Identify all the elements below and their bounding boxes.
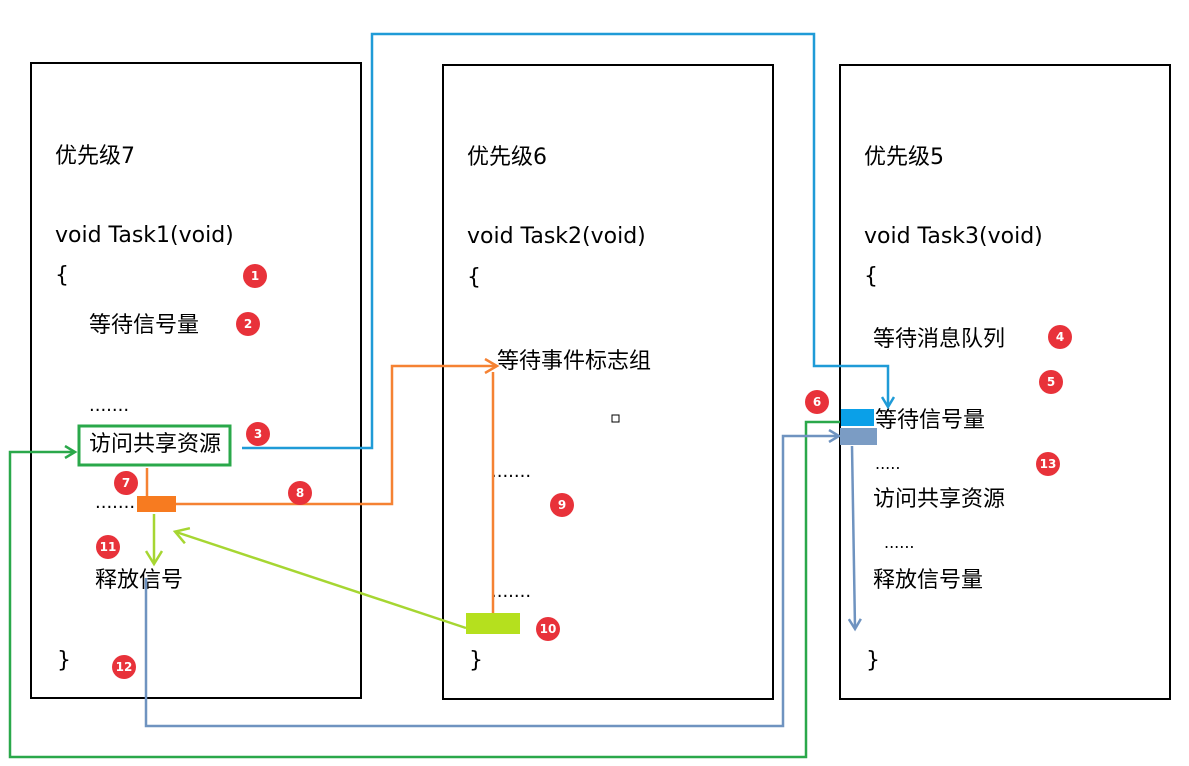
cyan-marker	[841, 409, 874, 426]
task1-dots-1: .......	[89, 395, 129, 416]
orange-marker	[137, 496, 176, 512]
task3-dots-1: .....	[875, 454, 900, 473]
svg-text:2: 2	[244, 317, 252, 331]
orange-flow-arrow	[176, 366, 496, 506]
badge-8: 8	[288, 481, 312, 505]
task1-priority: 优先级7	[55, 144, 135, 169]
badge-10: 10	[536, 617, 560, 641]
task2-close-brace: }	[469, 648, 483, 673]
badge-11: 11	[96, 535, 120, 559]
task2-wait-event-flags: 等待事件标志组	[497, 349, 651, 374]
svg-text:3: 3	[254, 427, 262, 441]
task3-priority: 优先级5	[864, 145, 944, 170]
badge-1: 1	[243, 264, 267, 288]
task1-access-shared: 访问共享资源	[89, 432, 221, 457]
task1-dots-2: .......	[95, 492, 135, 513]
task2-priority: 优先级6	[467, 145, 547, 170]
svg-text:5: 5	[1047, 375, 1055, 389]
task2-dots-1: .......	[491, 461, 531, 482]
diagram-canvas: 优先级7 void Task1(void) { 等待信号量 ....... 访问…	[8, 32, 1171, 759]
svg-text:13: 13	[1040, 457, 1057, 471]
svg-text:9: 9	[558, 498, 566, 512]
svg-text:4: 4	[1056, 330, 1064, 344]
task3-steel-down-arrow	[852, 445, 855, 628]
svg-text:12: 12	[116, 660, 133, 674]
task3-release-semaphore: 释放信号量	[873, 568, 983, 593]
badge-3: 3	[246, 422, 270, 446]
badge-12: 12	[112, 655, 136, 679]
task1-wait-semaphore: 等待信号量	[89, 313, 199, 338]
badge-5: 5	[1039, 370, 1063, 394]
task3-access-shared: 访问共享资源	[873, 487, 1005, 512]
svg-text:1: 1	[251, 269, 259, 283]
task3-signature: void Task3(void)	[864, 224, 1043, 249]
task3-open-brace: {	[864, 264, 878, 289]
badge-6: 6	[805, 390, 829, 414]
task2-open-brace: {	[467, 265, 481, 290]
task1-close-brace: }	[57, 648, 71, 673]
task1-signature: void Task1(void)	[55, 223, 234, 248]
task2-small-handle	[611, 414, 620, 423]
svg-text:6: 6	[813, 395, 821, 409]
svg-text:7: 7	[122, 476, 130, 490]
badge-13: 13	[1036, 452, 1060, 476]
badge-4: 4	[1048, 325, 1072, 349]
task3-wait-msg-queue: 等待消息队列	[873, 327, 1005, 352]
task1-release-signal: 释放信号	[95, 568, 183, 593]
task2-dots-2: .......	[491, 581, 531, 602]
lime-marker	[466, 613, 520, 634]
svg-text:8: 8	[296, 486, 304, 500]
svg-text:10: 10	[540, 622, 557, 636]
lime-flow-arrow	[176, 532, 467, 630]
badge-7: 7	[114, 471, 138, 495]
badge-2: 2	[236, 312, 260, 336]
task3-close-brace: }	[866, 648, 880, 673]
task1-open-brace: {	[55, 263, 69, 288]
task3-dots-2: ......	[884, 533, 915, 552]
badge-9: 9	[550, 493, 574, 517]
task2-signature: void Task2(void)	[467, 224, 646, 249]
steel-marker	[840, 428, 877, 445]
task3-wait-semaphore: 等待信号量	[875, 408, 985, 433]
svg-text:11: 11	[100, 540, 117, 554]
